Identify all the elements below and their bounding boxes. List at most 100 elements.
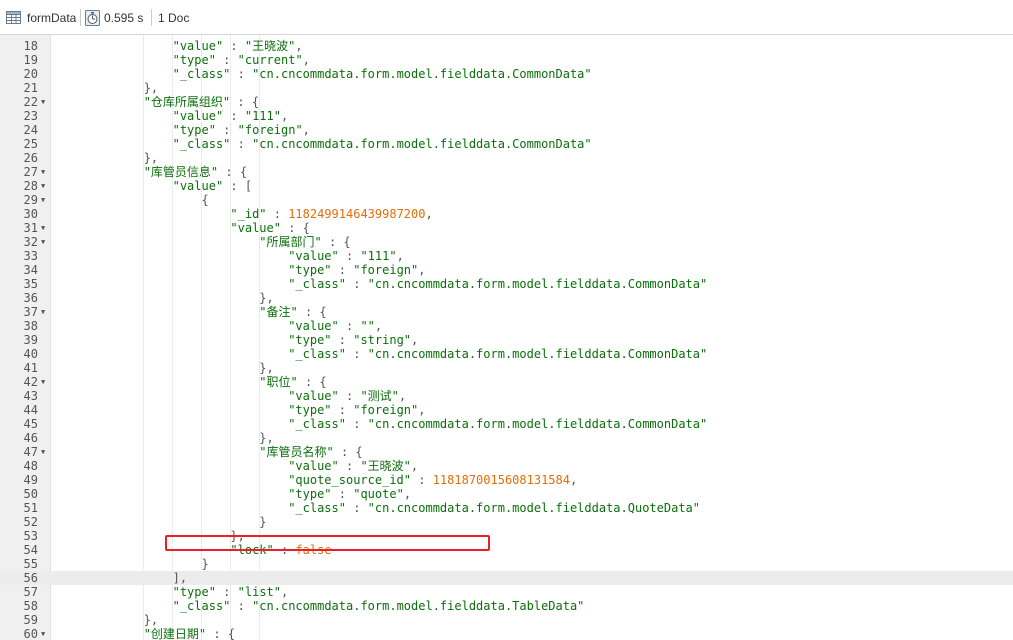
code-line[interactable]: 32 ▼ "所属部门" : { xyxy=(0,235,1013,249)
code-line[interactable]: 38 "value" : "", xyxy=(0,319,1013,333)
code-line[interactable]: 25 "_class" : "cn.cncommdata.form.model.… xyxy=(0,137,1013,151)
code-line[interactable]: 50 "type" : "quote", xyxy=(0,487,1013,501)
code-line[interactable]: 26 }, xyxy=(0,151,1013,165)
fold-toggle-icon[interactable]: ▼ xyxy=(41,235,45,249)
code-text: }, xyxy=(57,361,274,375)
json-punc-token: : xyxy=(223,109,245,123)
code-text: "职位" : { xyxy=(57,375,326,389)
code-line[interactable]: 19 "type" : "current", xyxy=(0,53,1013,67)
collection-name: formData xyxy=(27,10,77,25)
code-line[interactable]: 48 "value" : "王晓波", xyxy=(0,459,1013,473)
fold-toggle-icon[interactable]: ▼ xyxy=(41,627,45,640)
json-key-token: "type" xyxy=(172,123,216,137)
code-line[interactable]: 58 "_class" : "cn.cncommdata.form.model.… xyxy=(0,599,1013,613)
code-line[interactable]: 60 ▼ "创建日期" : { xyxy=(0,627,1013,640)
code-line[interactable]: 34 "type" : "foreign", xyxy=(0,263,1013,277)
line-number: 28 xyxy=(23,179,38,193)
code-line[interactable]: 53 }, xyxy=(0,529,1013,543)
json-str-token: "current" xyxy=(237,53,303,67)
document-count: 1 Doc xyxy=(158,10,190,25)
json-punc-token: , xyxy=(396,249,404,263)
line-number: 31 xyxy=(23,221,38,235)
json-str-token: "111" xyxy=(360,249,397,263)
code-line[interactable]: 35 "_class" : "cn.cncommdata.form.model.… xyxy=(0,277,1013,291)
code-line[interactable]: 42 ▼ "职位" : { xyxy=(0,375,1013,389)
json-punc-token: , xyxy=(425,207,433,221)
json-key-token: "库管员信息" xyxy=(143,165,219,179)
json-punc-token: : xyxy=(331,333,354,347)
code-line[interactable]: 39 "type" : "string", xyxy=(0,333,1013,347)
code-line[interactable]: 27 ▼ "库管员信息" : { xyxy=(0,165,1013,179)
line-number: 40 xyxy=(23,347,38,361)
code-text: "type" : "list", xyxy=(57,585,289,599)
code-text: "_class" : "cn.cncommdata.form.model.fie… xyxy=(57,599,585,613)
code-line[interactable]: 28 ▼ "value" : [ xyxy=(0,179,1013,193)
fold-toggle-icon[interactable]: ▼ xyxy=(41,305,45,319)
code-line[interactable]: 36 }, xyxy=(0,291,1013,305)
code-line[interactable]: 23 "value" : "111", xyxy=(0,109,1013,123)
code-line[interactable]: 47 ▼ "库管员名称" : { xyxy=(0,445,1013,459)
code-line[interactable]: 51 "_class" : "cn.cncommdata.form.model.… xyxy=(0,501,1013,515)
code-line[interactable]: 57 "type" : "list", xyxy=(0,585,1013,599)
code-line[interactable]: 21 }, xyxy=(0,81,1013,95)
code-line[interactable]: 56 ], xyxy=(0,571,1013,585)
fold-toggle-icon[interactable]: ▼ xyxy=(41,95,45,109)
code-line[interactable]: 52 } xyxy=(0,515,1013,529)
code-line[interactable]: 46 }, xyxy=(0,431,1013,445)
code-line[interactable]: 59 }, xyxy=(0,613,1013,627)
json-punc-token: : xyxy=(266,207,289,221)
table-icon[interactable] xyxy=(6,0,21,35)
code-line[interactable]: 44 "type" : "foreign", xyxy=(0,403,1013,417)
json-key-token: "备注" xyxy=(259,305,298,319)
code-line[interactable]: 55 } xyxy=(0,557,1013,571)
code-lines: 18 "value" : "王晓波", 19 "type" : "current"… xyxy=(0,35,1013,640)
code-text: "value" : "测试", xyxy=(57,389,406,403)
code-line[interactable]: 31 ▼ "value" : { xyxy=(0,221,1013,235)
json-punc-token: : { xyxy=(218,165,248,179)
json-punc-token: , xyxy=(374,319,383,333)
json-punc-token: }, xyxy=(259,431,274,445)
json-str-token: "string" xyxy=(353,333,412,347)
json-punc-token: : { xyxy=(230,95,260,109)
fold-toggle-icon[interactable]: ▼ xyxy=(41,445,45,459)
json-punc-token: }, xyxy=(259,361,274,375)
code-line[interactable]: 43 "value" : "测试", xyxy=(0,389,1013,403)
code-line[interactable]: 37 ▼ "备注" : { xyxy=(0,305,1013,319)
fold-toggle-icon[interactable]: ▼ xyxy=(41,165,45,179)
code-line-highlighted[interactable]: 54 "lock" : false xyxy=(0,543,1013,557)
fold-toggle-icon[interactable]: ▼ xyxy=(41,179,45,193)
code-line[interactable]: 30 "_id" : 1182499146439987200, xyxy=(0,207,1013,221)
fold-toggle-icon[interactable]: ▼ xyxy=(41,375,45,389)
json-str-token: "cn.cncommdata.form.model.fielddata.Tabl… xyxy=(252,599,585,613)
json-key-token: "_class" xyxy=(288,277,346,291)
code-line[interactable]: 45 "_class" : "cn.cncommdata.form.model.… xyxy=(0,417,1013,431)
json-key-token: "value" xyxy=(230,221,281,235)
code-line[interactable]: 20 "_class" : "cn.cncommdata.form.model.… xyxy=(0,67,1013,81)
json-key-token: "库管员名称" xyxy=(259,445,334,459)
json-punc-token: : xyxy=(331,487,354,501)
line-number: 46 xyxy=(23,431,38,445)
code-line[interactable]: 33 "value" : "111", xyxy=(0,249,1013,263)
line-number: 34 xyxy=(23,263,38,277)
json-editor[interactable]: 18 "value" : "王晓波", 19 "type" : "current"… xyxy=(0,35,1013,640)
code-line[interactable]: 18 "value" : "王晓波", xyxy=(0,39,1013,53)
fold-toggle-icon[interactable]: ▼ xyxy=(41,193,45,207)
line-number: 45 xyxy=(23,417,38,431)
json-punc-token: : xyxy=(338,319,361,333)
json-key-token: "value" xyxy=(172,109,224,123)
code-line[interactable]: 22 ▼ "仓库所属组织" : { xyxy=(0,95,1013,109)
code-line[interactable]: 40 "_class" : "cn.cncommdata.form.model.… xyxy=(0,347,1013,361)
json-key-token: "所属部门" xyxy=(259,235,322,249)
json-punc-token: , xyxy=(569,473,578,487)
code-text: "所属部门" : { xyxy=(57,235,350,249)
code-line[interactable]: 49 "quote_source_id" : 11818700156081315… xyxy=(0,473,1013,487)
json-punc-token: ], xyxy=(172,571,188,585)
json-key-token: "type" xyxy=(288,403,332,417)
json-key-token: "value" xyxy=(288,459,339,473)
code-line[interactable]: 41 }, xyxy=(0,361,1013,375)
fold-toggle-icon[interactable]: ▼ xyxy=(41,221,45,235)
code-line[interactable]: 24 "type" : "foreign", xyxy=(0,123,1013,137)
line-number: 33 xyxy=(23,249,38,263)
code-line[interactable]: 29 ▼ { xyxy=(0,193,1013,207)
code-text: "_class" : "cn.cncommdata.form.model.fie… xyxy=(57,277,707,291)
